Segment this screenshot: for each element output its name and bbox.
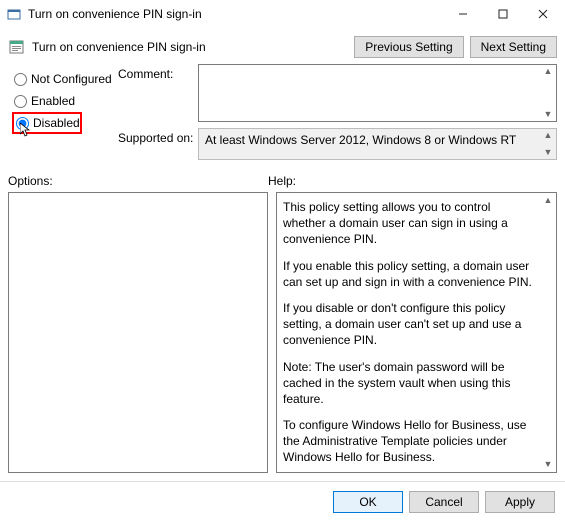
help-label: Help: (268, 174, 296, 188)
supported-on-label: Supported on: (118, 128, 198, 145)
options-pane (8, 192, 268, 473)
toolbar: Turn on convenience PIN sign-in Previous… (0, 28, 565, 62)
apply-button[interactable]: Apply (485, 491, 555, 513)
next-setting-button[interactable]: Next Setting (470, 36, 557, 58)
comment-field[interactable]: ▲ ▼ (198, 64, 557, 122)
window-title: Turn on convenience PIN sign-in (28, 7, 443, 21)
scroll-up-icon[interactable]: ▲ (544, 67, 553, 76)
scroll-down-icon[interactable]: ▼ (544, 148, 553, 157)
maximize-button[interactable] (483, 0, 523, 28)
app-icon (6, 6, 22, 22)
ok-button[interactable]: OK (333, 491, 403, 513)
minimize-button[interactable] (443, 0, 483, 28)
previous-setting-button[interactable]: Previous Setting (354, 36, 463, 58)
dialog-footer: OK Cancel Apply (0, 481, 565, 521)
scroll-up-icon[interactable]: ▲ (544, 196, 553, 205)
policy-title: Turn on convenience PIN sign-in (32, 40, 348, 54)
supported-on-field: At least Windows Server 2012, Windows 8 … (198, 128, 557, 160)
help-paragraph: If you disable or don't configure this p… (283, 300, 536, 349)
supported-on-value: At least Windows Server 2012, Windows 8 … (205, 133, 516, 147)
scroll-up-icon[interactable]: ▲ (544, 131, 553, 140)
radio-label: Enabled (31, 94, 75, 108)
options-label: Options: (8, 174, 268, 188)
scrollbar[interactable]: ▲ ▼ (540, 129, 556, 159)
help-paragraph: If you enable this policy setting, a dom… (283, 258, 536, 290)
policy-icon (8, 38, 26, 56)
state-radio-group: Not Configured Enabled Disabled (8, 64, 118, 160)
radio-label: Not Configured (31, 72, 112, 86)
radio-enabled[interactable]: Enabled (12, 90, 114, 112)
help-paragraph: To configure Windows Hello for Business,… (283, 417, 536, 466)
scroll-down-icon[interactable]: ▼ (544, 110, 553, 119)
comment-label: Comment: (118, 64, 198, 81)
radio-not-configured[interactable]: Not Configured (12, 68, 114, 90)
scroll-down-icon[interactable]: ▼ (544, 460, 553, 469)
help-pane: This policy setting allows you to contro… (276, 192, 557, 473)
radio-disabled[interactable]: Disabled (12, 112, 82, 134)
close-button[interactable] (523, 0, 563, 28)
scrollbar[interactable]: ▲ ▼ (540, 65, 556, 121)
radio-label: Disabled (33, 116, 80, 130)
cancel-button[interactable]: Cancel (409, 491, 479, 513)
help-paragraph: Note: The user's domain password will be… (283, 359, 536, 408)
title-bar: Turn on convenience PIN sign-in (0, 0, 565, 28)
help-paragraph: This policy setting allows you to contro… (283, 199, 536, 248)
scrollbar[interactable]: ▲ ▼ (540, 194, 556, 471)
